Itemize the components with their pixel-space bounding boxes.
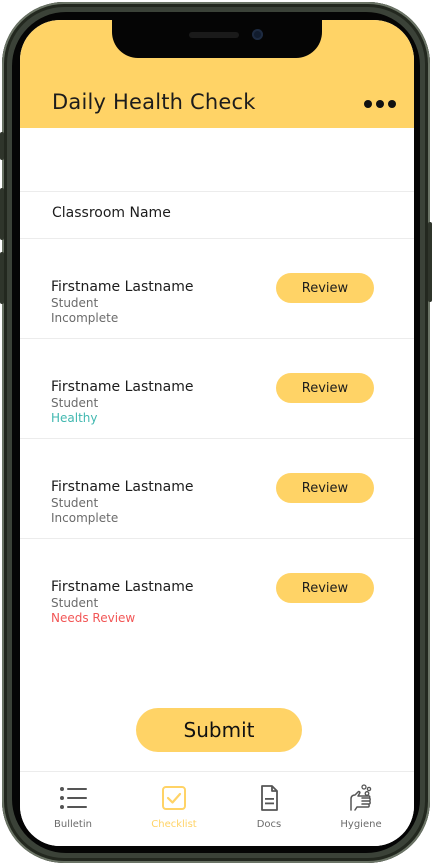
student-status: Incomplete bbox=[51, 311, 119, 325]
volume-up-button bbox=[0, 188, 4, 240]
silent-switch bbox=[0, 132, 4, 160]
student-role: Student bbox=[51, 396, 99, 410]
checkbox-icon bbox=[162, 786, 186, 810]
tab-label: Hygiene bbox=[340, 819, 382, 830]
classroom-name: Classroom Name bbox=[52, 205, 171, 221]
review-button[interactable]: Review bbox=[276, 273, 374, 303]
student-status: Incomplete bbox=[51, 511, 119, 525]
tab-label: Checklist bbox=[151, 819, 197, 830]
student-name: Firstname Lastname bbox=[51, 579, 194, 595]
student-status: Needs Review bbox=[51, 611, 136, 625]
student-role: Student bbox=[51, 496, 99, 510]
more-options-icon[interactable] bbox=[364, 100, 396, 108]
app-screen: Daily Health Check Classroom Name Firstn… bbox=[20, 20, 414, 846]
student-name: Firstname Lastname bbox=[51, 279, 194, 295]
student-name: Firstname Lastname bbox=[51, 379, 194, 395]
tab-bulletin[interactable]: Bulletin bbox=[28, 772, 118, 846]
front-camera bbox=[252, 29, 263, 40]
tab-hygiene[interactable]: Hygiene bbox=[316, 772, 406, 846]
tab-label: Docs bbox=[256, 819, 282, 830]
student-row: Firstname Lastname Student Healthy Revie… bbox=[20, 339, 414, 439]
tab-docs[interactable]: Docs bbox=[224, 772, 314, 846]
phone-frame: Daily Health Check Classroom Name Firstn… bbox=[0, 2, 432, 863]
speaker-grille bbox=[189, 32, 239, 38]
student-row: Firstname Lastname Student Needs Review … bbox=[20, 539, 414, 639]
student-role: Student bbox=[51, 296, 99, 310]
student-row: Firstname Lastname Student Incomplete Re… bbox=[20, 239, 414, 339]
student-name: Firstname Lastname bbox=[51, 479, 194, 495]
list-icon bbox=[60, 787, 87, 809]
document-icon bbox=[261, 785, 278, 811]
submit-button[interactable]: Submit bbox=[136, 708, 302, 752]
tab-label: Bulletin bbox=[54, 819, 92, 830]
tab-bar: Bulletin Checklist Docs Hygiene bbox=[20, 771, 414, 846]
student-status: Healthy bbox=[51, 411, 98, 425]
student-row: Firstname Lastname Student Incomplete Re… bbox=[20, 439, 414, 539]
review-button[interactable]: Review bbox=[276, 573, 374, 603]
notch bbox=[112, 20, 322, 58]
review-button[interactable]: Review bbox=[276, 373, 374, 403]
review-button[interactable]: Review bbox=[276, 473, 374, 503]
page-title: Daily Health Check bbox=[52, 90, 256, 114]
divider bbox=[20, 191, 414, 192]
tab-checklist[interactable]: Checklist bbox=[129, 772, 219, 846]
student-role: Student bbox=[51, 596, 99, 610]
power-button bbox=[428, 222, 432, 302]
hand-wash-icon bbox=[350, 784, 372, 811]
volume-down-button bbox=[0, 252, 4, 304]
